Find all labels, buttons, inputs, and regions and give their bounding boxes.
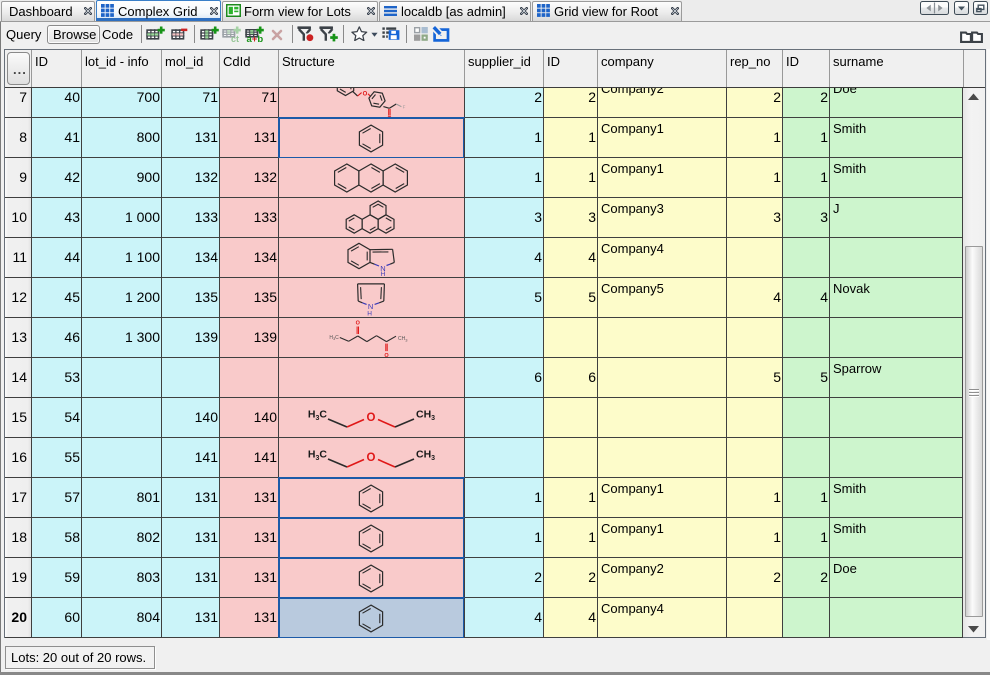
svg-text:H3C: H3C [329, 335, 339, 341]
svg-text:CH3: CH3 [416, 409, 435, 423]
svg-text:O: O [356, 321, 361, 327]
svg-text:O: O [367, 412, 376, 424]
svg-text:H3C: H3C [308, 409, 328, 423]
svg-text:CH3: CH3 [398, 336, 408, 342]
svg-text:F: F [403, 105, 406, 110]
svg-text:H: H [381, 271, 386, 278]
svg-text:CH3: CH3 [416, 449, 435, 463]
svg-text:O: O [367, 452, 376, 464]
svg-text:H: H [367, 310, 372, 317]
svg-text:O: O [363, 92, 368, 98]
svg-text:H3C: H3C [308, 449, 328, 463]
